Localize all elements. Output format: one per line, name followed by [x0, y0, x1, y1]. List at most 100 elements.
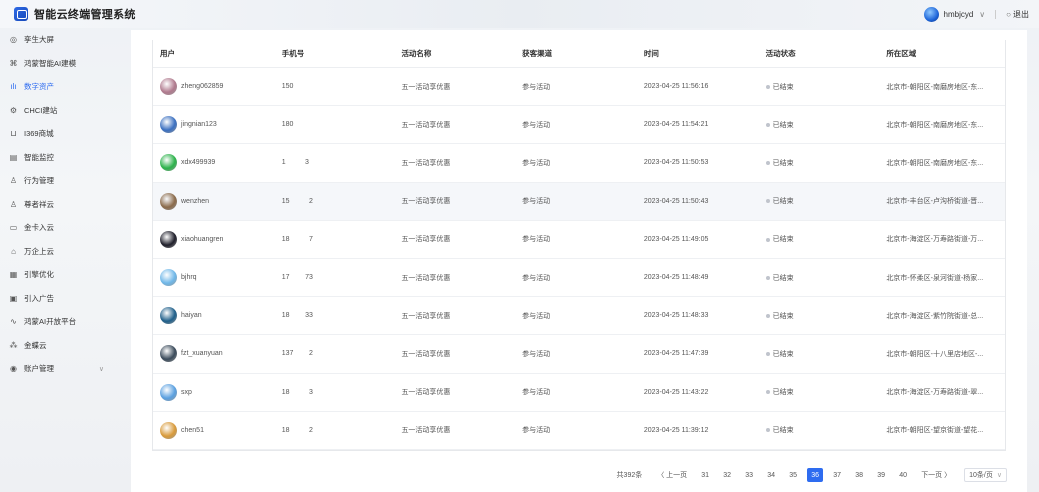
table-row[interactable]: bjhrq 17 73 五一活动享优惠 参与活动 2023-04-25 11:48:49…: [153, 259, 1005, 298]
chevron-down-icon[interactable]: ∨: [979, 10, 985, 19]
time-cell: 2023-04-25 11:50:43: [643, 197, 709, 205]
divider: [995, 9, 997, 19]
avatar: [160, 307, 177, 325]
phone-cell: 150: [281, 83, 294, 91]
table-row[interactable]: xiaohuangren 18 7 五一活动享优惠 参与活动 2023-04-25 11…: [153, 221, 1005, 259]
sidebar-item-9[interactable]: ⌂ 万企上云: [0, 240, 118, 264]
page-37-button[interactable]: 37: [829, 468, 845, 482]
table-row[interactable]: zheng062859 150 五一活动享优惠 参与活动 2023-04-25 11:5…: [153, 68, 1005, 107]
region-cell: 北京市-朝阳区-南磨房地区-东...: [886, 83, 984, 91]
status-text: 已结束: [772, 312, 794, 320]
column-header: 活动名称: [401, 49, 432, 58]
user-cell: xiaohuangren: [153, 230, 275, 248]
sidebar-item-11[interactable]: ▣ 引入广告: [0, 287, 118, 311]
sidebar: ◎ 孪生大屏 ⌘ 鸿蒙智能AI建模 ılı 数字资产 ⚙ CHCI建站 ⊔ I369商城 ▤ 智能监控…: [0, 28, 118, 492]
username[interactable]: hmbjcyd: [944, 10, 974, 19]
table-row[interactable]: xdx499939 1 3 五一活动享优惠 参与活动 2023-04-25 11:50:…: [153, 144, 1005, 183]
sidebar-item-0[interactable]: ◎ 孪生大屏: [0, 28, 118, 52]
activity-cell: 五一活动享优惠: [401, 159, 451, 167]
user-area: hmbjcyd ∨ ○ 退出: [923, 0, 1029, 28]
avatar: [160, 383, 177, 401]
prev-page-button[interactable]: 〈 上一页: [653, 468, 691, 482]
time-cell: 2023-04-25 11:48:49: [643, 274, 709, 282]
activity-cell: 五一活动享优惠: [401, 121, 451, 129]
table-row[interactable]: wenzhen 15 2 五一活动享优惠 参与活动 2023-04-25 11:50:4…: [153, 182, 1005, 221]
phone-cell: 15 2: [281, 197, 313, 205]
user-cell: chen51: [153, 421, 275, 439]
username: haiyan: [181, 312, 202, 320]
sidebar-item-10[interactable]: ▦ 引擎优化: [0, 263, 118, 287]
table-body: zheng062859 150 五一活动享优惠 参与活动 2023-04-25 11:5…: [153, 68, 1005, 450]
sidebar-item-label: 尊者祥云: [24, 199, 54, 209]
time-cell: 2023-04-25 11:48:33: [643, 312, 709, 320]
sidebar-item-3[interactable]: ⚙ CHCI建站: [0, 99, 118, 123]
chevron-down-icon: ∨: [98, 365, 104, 373]
user-cell: wenzhen: [153, 192, 275, 210]
sidebar-item-14[interactable]: ◉ 账户管理 ∨: [0, 357, 118, 381]
sidebar-item-1[interactable]: ⌘ 鸿蒙智能AI建模: [0, 52, 118, 76]
next-page-button[interactable]: 下一页 〉: [917, 468, 955, 482]
user-avatar[interactable]: [923, 6, 939, 22]
logo-icon: [14, 7, 28, 21]
time-cell: 2023-04-25 11:47:39: [643, 350, 709, 358]
main-panel: 用户 手机号 活动名称 获客渠道 时间 活动状态 所在区域 zheng062859 150 五一…: [131, 30, 1027, 492]
channel-cell: 参与活动: [522, 389, 551, 397]
sidebar-item-label: CHCI建站: [24, 105, 58, 115]
sidebar-item-13[interactable]: ⁂ 金蝶云: [0, 334, 118, 358]
sidebar-item-4[interactable]: ⊔ I369商城: [0, 122, 118, 146]
status-text: 已结束: [772, 198, 794, 206]
page-33-button[interactable]: 33: [741, 468, 757, 482]
table-row[interactable]: sxp 18 3 五一活动享优惠 参与活动 2023-04-25 11:43:22 已结束…: [153, 374, 1005, 412]
page-40-button[interactable]: 40: [895, 468, 911, 482]
monitor-icon: ▤: [9, 152, 18, 162]
table-row[interactable]: jingnian123 180 五一活动享优惠 参与活动 2023-04-25 11:5…: [153, 106, 1005, 145]
sidebar-item-6[interactable]: ♙ 行为管理: [0, 169, 118, 193]
data-table: 用户 手机号 活动名称 获客渠道 时间 活动状态 所在区域 zheng062859 150 五一…: [152, 40, 1006, 451]
activity-cell: 五一活动享优惠: [401, 83, 451, 91]
logout-button[interactable]: 退出: [1013, 9, 1029, 20]
page-31-button[interactable]: 31: [697, 468, 713, 482]
page-35-button[interactable]: 35: [785, 468, 801, 482]
table-row[interactable]: haiyan 18 33 五一活动享优惠 参与活动 2023-04-25 11:48:3…: [153, 297, 1005, 336]
page-38-button[interactable]: 38: [851, 468, 867, 482]
account-icon: ◉: [10, 364, 17, 374]
activity-cell: 五一活动享优惠: [401, 312, 451, 320]
page-36-button[interactable]: 36: [807, 468, 824, 482]
sidebar-item-8[interactable]: ▭ 金卡入云: [0, 216, 118, 240]
table-row[interactable]: fzt_xuanyuan 137 2 五一活动享优惠 参与活动 2023-04-25 1…: [153, 335, 1005, 374]
page-39-button[interactable]: 39: [873, 468, 889, 482]
sidebar-item-7[interactable]: ♙ 尊者祥云: [0, 193, 118, 217]
time-cell: 2023-04-25 11:54:21: [643, 121, 709, 129]
activity-cell: 五一活动享优惠: [401, 427, 451, 435]
phone-cell: 180: [281, 121, 294, 129]
ad-icon: ▣: [9, 293, 18, 303]
sidebar-item-2[interactable]: ılı 数字资产: [0, 75, 118, 99]
username: xdx499939: [181, 159, 216, 167]
user-cell: haiyan: [153, 307, 275, 325]
user-cell: xdx499939: [153, 154, 275, 172]
sidebar-item-label: 智能监控: [24, 152, 54, 162]
region-cell: 北京市-朝阳区-南磨房地区-东...: [886, 159, 984, 167]
sidebar-item-12[interactable]: ∿ 鸿蒙AI开放平台: [0, 310, 118, 334]
column-header: 手机号: [281, 49, 305, 58]
channel-cell: 参与活动: [522, 274, 551, 282]
sidebar-item-5[interactable]: ▤ 智能监控: [0, 146, 118, 170]
user-cell: zheng062859: [153, 78, 275, 96]
status-cell: 已结束: [759, 387, 880, 397]
page-size-select[interactable]: 10条/页 ∨: [964, 468, 1007, 482]
status-dot-icon: [765, 161, 770, 166]
sidebar-item-label: 万企上云: [24, 246, 54, 256]
status-cell: 已结束: [759, 311, 880, 321]
page-32-button[interactable]: 32: [719, 468, 735, 482]
activity-cell: 五一活动享优惠: [401, 389, 451, 397]
user-cell: sxp: [153, 383, 275, 401]
status-cell: 已结束: [759, 158, 880, 168]
table-row[interactable]: chen51 18 2 五一活动享优惠 参与活动 2023-04-25 11:39:12…: [153, 412, 1005, 450]
time-cell: 2023-04-25 11:50:53: [643, 159, 709, 167]
sidebar-item-label: 鸿蒙AI开放平台: [24, 317, 77, 327]
page-34-button[interactable]: 34: [763, 468, 779, 482]
top-bar: 智能云终端管理系统 hmbjcyd ∨ ○ 退出: [0, 0, 1039, 28]
region-cell: 北京市-海淀区-紫竹院街道-总...: [886, 312, 984, 320]
status-cell: 已结束: [759, 196, 880, 206]
power-icon[interactable]: ○: [1006, 10, 1011, 19]
